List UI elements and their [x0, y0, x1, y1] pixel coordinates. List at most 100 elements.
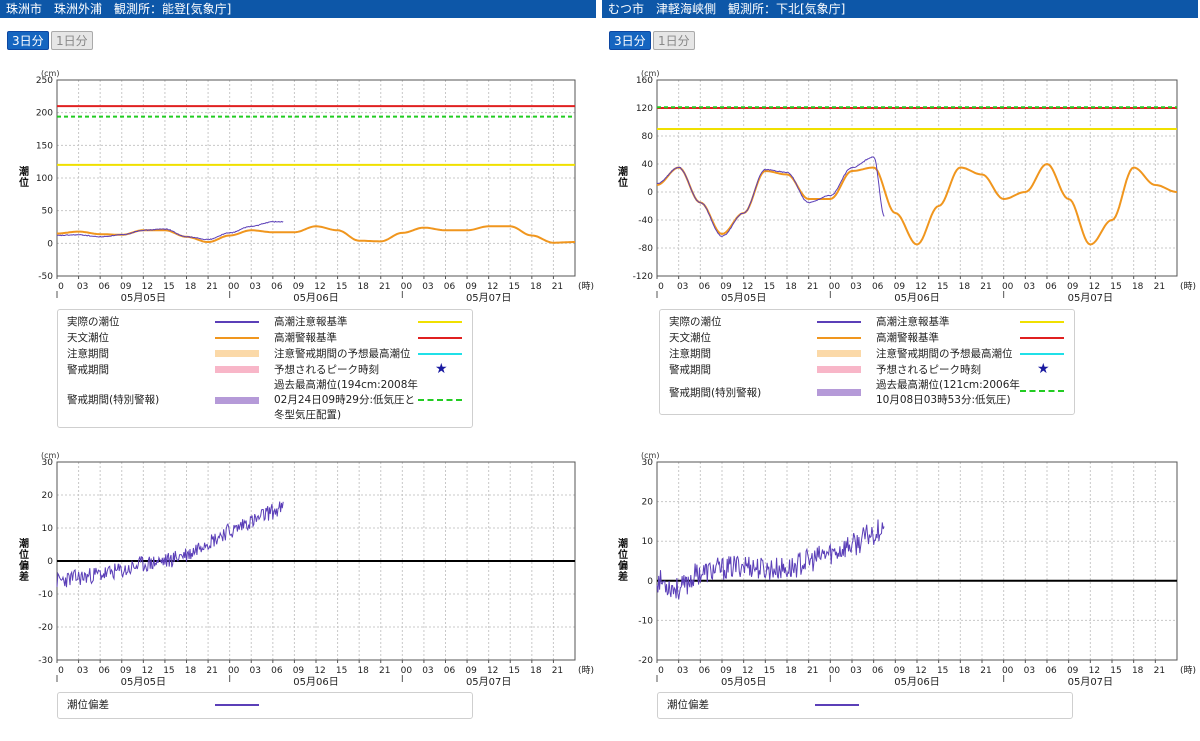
x-tick-label: 03 — [77, 282, 88, 292]
date-label: 05月07日 — [1068, 676, 1113, 688]
x-tick-label: 03 — [850, 282, 861, 292]
legend-predicted-max-swatch — [418, 353, 462, 355]
y-axis-label: 位 — [19, 176, 29, 189]
x-tick-label: 21 — [807, 282, 818, 292]
series-line-observed — [656, 156, 885, 237]
x-tick-label: 12 — [742, 282, 753, 292]
x-tick-label: 12 — [142, 282, 153, 292]
y-tick-label: 20 — [642, 498, 654, 508]
legend-caution-level-label: 高潮注意報基準 — [274, 316, 348, 328]
legend-caution-period-label: 注意期間 — [67, 348, 109, 360]
x-tick-label: 06 — [1045, 666, 1057, 676]
x-tick-label: 18 — [959, 282, 971, 292]
y-tick-label: -10 — [38, 590, 53, 600]
legend-special-warning-swatch — [817, 389, 861, 396]
y-axis-label: 潮 — [618, 165, 628, 178]
date-label: 05月05日 — [721, 676, 766, 688]
x-axis-unit: (時) — [1180, 281, 1196, 292]
y-tick-label: -120 — [633, 272, 654, 282]
x-tick-label: 03 — [1024, 666, 1035, 676]
y-tick-label: 120 — [636, 104, 653, 114]
x-tick-label: 00 — [401, 282, 413, 292]
x-tick-label: 12 — [915, 666, 926, 676]
y-tick-label: 40 — [642, 160, 654, 170]
y-axis-label: 潮 — [19, 165, 29, 178]
x-tick-label: 03 — [850, 666, 861, 676]
x-tick-label: 12 — [314, 282, 325, 292]
legend-record-high-swatch — [418, 399, 462, 401]
x-tick-label: 06 — [98, 666, 110, 676]
x-tick-label: 21 — [206, 282, 217, 292]
legend-peak-time-label: 予想されるピーク時刻 — [876, 364, 981, 376]
x-tick-label: 21 — [552, 666, 563, 676]
date-label: 05月05日 — [121, 676, 166, 688]
x-axis-unit: (時) — [578, 665, 594, 676]
three-day-button[interactable]: 3日分 — [609, 31, 651, 50]
x-tick-label: 09 — [293, 282, 305, 292]
y-tick-label: 30 — [42, 458, 54, 468]
x-tick-label: 15 — [336, 666, 347, 676]
legend-special-warning-label: 警戒期間(特別警報) — [67, 394, 160, 406]
y-tick-label: 0 — [647, 577, 653, 587]
x-tick-label: 09 — [720, 666, 732, 676]
x-tick-label: 09 — [465, 282, 477, 292]
legend-warning-level-label: 高潮警報基準 — [274, 332, 337, 344]
legend-record-high-line2: 10月08日03時53分:低気圧) — [876, 394, 1011, 406]
x-tick-label: 21 — [980, 666, 991, 676]
x-tick-label: 18 — [185, 282, 197, 292]
series-line-deviation — [56, 501, 284, 588]
deviation-legend: 潮位偏差 — [657, 692, 1073, 719]
x-tick-label: 03 — [77, 666, 88, 676]
x-tick-label: 18 — [785, 666, 797, 676]
station-header: 珠洲市 珠洲外浦 観測所：能登[気象庁] — [0, 0, 596, 18]
x-tick-label: 15 — [764, 282, 775, 292]
legend-astronomical-swatch — [817, 337, 861, 339]
x-tick-label: 06 — [872, 282, 884, 292]
legend-observed-swatch — [215, 321, 259, 323]
x-tick-label: 06 — [98, 282, 110, 292]
y-tick-label: 0 — [47, 239, 53, 249]
legend-deviation-label: 潮位偏差 — [667, 699, 709, 711]
x-tick-label: 0 — [58, 666, 64, 676]
x-tick-label: 00 — [401, 666, 413, 676]
x-tick-label: 03 — [422, 282, 433, 292]
x-tick-label: 00 — [1002, 282, 1014, 292]
one-day-button[interactable]: 1日分 — [653, 31, 695, 50]
x-tick-label: 15 — [336, 282, 347, 292]
x-tick-label: 00 — [228, 282, 240, 292]
x-tick-label: 03 — [1024, 282, 1035, 292]
x-tick-label: 15 — [937, 666, 948, 676]
legend-astronomical-label: 天文潮位 — [67, 332, 109, 344]
y-axis-label: 潮 — [618, 537, 628, 550]
legend-caution-level-label: 高潮注意報基準 — [876, 316, 950, 328]
x-tick-label: 15 — [764, 666, 775, 676]
x-tick-label: 18 — [185, 666, 197, 676]
x-tick-label: 15 — [163, 666, 174, 676]
y-tick-label: -80 — [638, 244, 653, 254]
x-tick-label: 15 — [509, 282, 520, 292]
x-tick-label: 06 — [699, 282, 711, 292]
x-tick-label: 21 — [379, 666, 390, 676]
x-axis-unit: (時) — [1180, 665, 1196, 676]
x-tick-label: 21 — [379, 282, 390, 292]
x-tick-label: 09 — [1067, 282, 1079, 292]
legend-caution-level-swatch — [418, 321, 462, 323]
x-tick-label: 15 — [937, 282, 948, 292]
tide-deviation-chart: (cm)-20-100102030潮位偏差0 03 06 09 12 15 18 21 00 03… — [618, 451, 1196, 688]
date-label: 05月07日 — [466, 676, 511, 688]
x-tick-label: 0 — [58, 282, 64, 292]
legend-record-high-line2: 02月24日09時29分:低気圧と — [274, 394, 415, 406]
star-icon: ★ — [435, 361, 448, 377]
legend-warning-period-label: 警戒期間 — [669, 364, 711, 376]
y-tick-label: 10 — [42, 524, 54, 534]
legend-warning-period-swatch — [817, 366, 861, 373]
date-label: 05月05日 — [721, 292, 766, 304]
x-tick-label: 12 — [742, 666, 753, 676]
x-tick-label: 12 — [1089, 282, 1100, 292]
date-label: 05月05日 — [121, 292, 166, 304]
one-day-button[interactable]: 1日分 — [51, 31, 93, 50]
legend-record-high-line1: 過去最高潮位(194cm:2008年 — [274, 379, 418, 391]
tide-level-chart: (cm)-50050100150200250潮位0 03 06 09 12 15 18 21 0… — [19, 69, 594, 304]
three-day-button[interactable]: 3日分 — [7, 31, 49, 50]
x-tick-label: 0 — [658, 282, 664, 292]
